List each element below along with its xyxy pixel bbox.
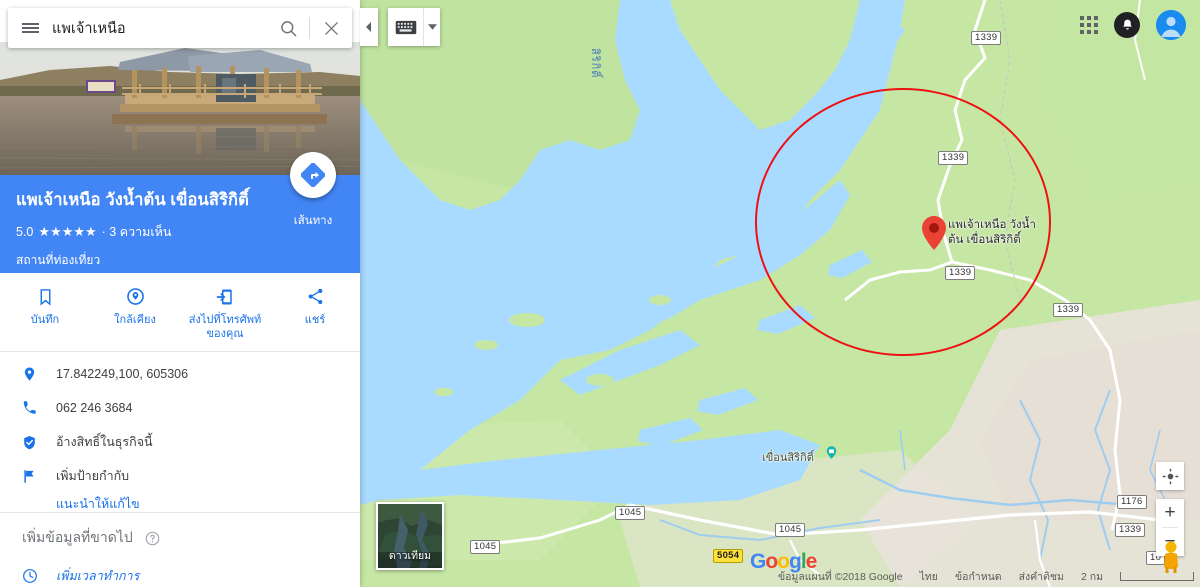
directions-button[interactable] xyxy=(290,152,336,198)
search-icon[interactable] xyxy=(267,8,309,48)
top-right-toolbar xyxy=(1080,10,1186,40)
chevron-left-icon xyxy=(366,22,371,32)
claim-business-text: อ้างสิทธิ์ในธุรกิจนี้ xyxy=(56,435,153,449)
save-button[interactable]: บันทึก xyxy=(0,273,90,351)
place-action-bar: บันทึก ใกล้เคียง ส่งไปที่โทรศัพท์ของคุณ … xyxy=(0,273,360,352)
shield-check-icon xyxy=(22,433,56,451)
road-shield: 1176 xyxy=(1117,495,1147,509)
add-label-text: เพิ่มป้ายกำกับ xyxy=(56,469,130,483)
send-to-phone-button[interactable]: ส่งไปที่โทรศัพท์ของคุณ xyxy=(180,273,270,351)
place-category: สถานที่ท่องเที่ยว xyxy=(16,253,101,267)
map-marker-label: แพเจ้าเหนือ วังน้ำ ต้น เขื่อนสิริกิติ์ xyxy=(948,218,1058,248)
language-link[interactable]: ไทย xyxy=(920,568,938,585)
place-title: แพเจ้าเหนือ วังน้ำต้น เขื่อนสิริกิติ์ xyxy=(16,191,249,209)
road-shield: 1339 xyxy=(1115,523,1146,537)
road-shield: 1045 xyxy=(615,506,646,520)
road-shield-highway: 5054 xyxy=(713,549,744,563)
share-icon xyxy=(306,286,325,307)
missing-info-section: เพิ่มข้อมูลที่ขาดไป xyxy=(22,527,160,549)
phone-icon xyxy=(22,399,56,417)
add-hours-row[interactable]: เพิ่มเวลาทำการ xyxy=(22,567,139,585)
location-pin-icon xyxy=(22,365,56,383)
share-label: แชร์ xyxy=(304,314,326,326)
chevron-down-icon[interactable] xyxy=(423,8,440,46)
pegman-streetview-icon[interactable] xyxy=(1158,540,1184,574)
google-maps-app: สิริกิติ์ เขื่อนสิริกิติ์ 1339 1339 1339… xyxy=(0,0,1200,587)
send-to-phone-label: ส่งไปที่โทรศัพท์ของคุณ xyxy=(188,314,262,340)
share-button[interactable]: แชร์ xyxy=(270,273,360,351)
phone-text: 062 246 3684 xyxy=(56,401,133,415)
notification-bell-icon[interactable] xyxy=(1114,12,1140,38)
locate-target-icon[interactable] xyxy=(1156,462,1184,490)
user-avatar-icon[interactable] xyxy=(1156,10,1186,40)
suggest-edit-text[interactable]: แนะนำให้แก้ไข xyxy=(56,495,140,513)
map-attribution: ข้อมูลแผนที่ ©2018 Google xyxy=(777,571,903,583)
water-label: สิริกิติ์ xyxy=(589,48,601,79)
terms-link[interactable]: ข้อกำหนด xyxy=(955,568,1002,585)
marker-label-line2: ต้น เขื่อนสิริกิติ์ xyxy=(948,234,1021,246)
marker-label-line1: แพเจ้าเหนือ วังน้ำ xyxy=(948,219,1036,231)
road-shield: 1339 xyxy=(971,31,1002,45)
missing-info-title: เพิ่มข้อมูลที่ขาดไป xyxy=(22,529,133,545)
claim-business-row[interactable]: อ้างสิทธิ์ในธุรกิจนี้ xyxy=(0,425,360,459)
section-divider xyxy=(0,512,360,513)
ime-keyboard-widget[interactable] xyxy=(388,8,440,46)
add-hours-label[interactable]: เพิ่มเวลาทำการ xyxy=(56,567,139,585)
bookmark-icon xyxy=(37,286,54,307)
save-label: บันทึก xyxy=(30,314,60,326)
zoom-in-button[interactable]: + xyxy=(1156,499,1184,527)
nearby-pin-icon xyxy=(126,286,145,307)
close-icon[interactable] xyxy=(310,8,352,48)
satellite-layer-button[interactable]: ดาวเทียม xyxy=(376,502,444,570)
scale-label: 2 กม xyxy=(1080,571,1103,583)
map-marker-icon[interactable] xyxy=(922,216,946,250)
map-footer: ข้อมูลแผนที่ ©2018 Google ไทย ข้อกำหนด ส… xyxy=(778,568,1194,585)
clock-icon xyxy=(22,567,56,585)
satellite-label: ดาวเทียม xyxy=(388,550,432,562)
hamburger-menu-icon[interactable] xyxy=(8,8,52,48)
rating-stars: ★★★★★ xyxy=(38,224,97,239)
nearby-label: ใกล้เคียง xyxy=(114,314,156,326)
place-info-list: 17.842249,100, 605306 062 246 3684 อ้างส… xyxy=(0,357,360,521)
directions-label: เส้นทาง xyxy=(293,215,333,227)
phone-row[interactable]: 062 246 3684 xyxy=(0,391,360,425)
coordinates-row[interactable]: 17.842249,100, 605306 xyxy=(0,357,360,391)
place-details-panel: แพเจ้าเหนือ วังน้ำต้น เขื่อนสิริกิติ์ 5.… xyxy=(0,0,360,587)
search-input[interactable] xyxy=(52,20,267,36)
send-to-phone-icon xyxy=(216,286,234,307)
spacer-icon xyxy=(22,495,56,513)
suggest-edit-row[interactable]: แนะนำให้แก้ไข xyxy=(0,493,360,521)
add-label-row[interactable]: เพิ่มป้ายกำกับ xyxy=(0,459,360,493)
dam-poi-icon[interactable] xyxy=(824,445,839,460)
road-shield: 1339 xyxy=(1053,303,1084,317)
flag-icon xyxy=(22,467,56,485)
apps-grid-icon[interactable] xyxy=(1080,16,1098,34)
help-circle-icon[interactable] xyxy=(145,531,160,546)
feedback-link[interactable]: ส่งคำติชม xyxy=(1019,568,1064,585)
poi-label-dam[interactable]: เขื่อนสิริกิติ์ xyxy=(762,448,814,466)
keyboard-icon[interactable] xyxy=(388,8,423,46)
coordinates-text: 17.842249,100, 605306 xyxy=(56,367,189,381)
review-count[interactable]: · 3 ความเห็น xyxy=(102,222,172,242)
road-shield: 1045 xyxy=(775,523,806,537)
directions-arrow-icon xyxy=(301,163,325,187)
nearby-button[interactable]: ใกล้เคียง xyxy=(90,273,180,351)
rating-value: 5.0 xyxy=(16,225,34,239)
road-shield: 1045 xyxy=(470,540,501,554)
search-bar[interactable] xyxy=(8,8,352,48)
collapse-panel-button[interactable] xyxy=(360,8,378,46)
